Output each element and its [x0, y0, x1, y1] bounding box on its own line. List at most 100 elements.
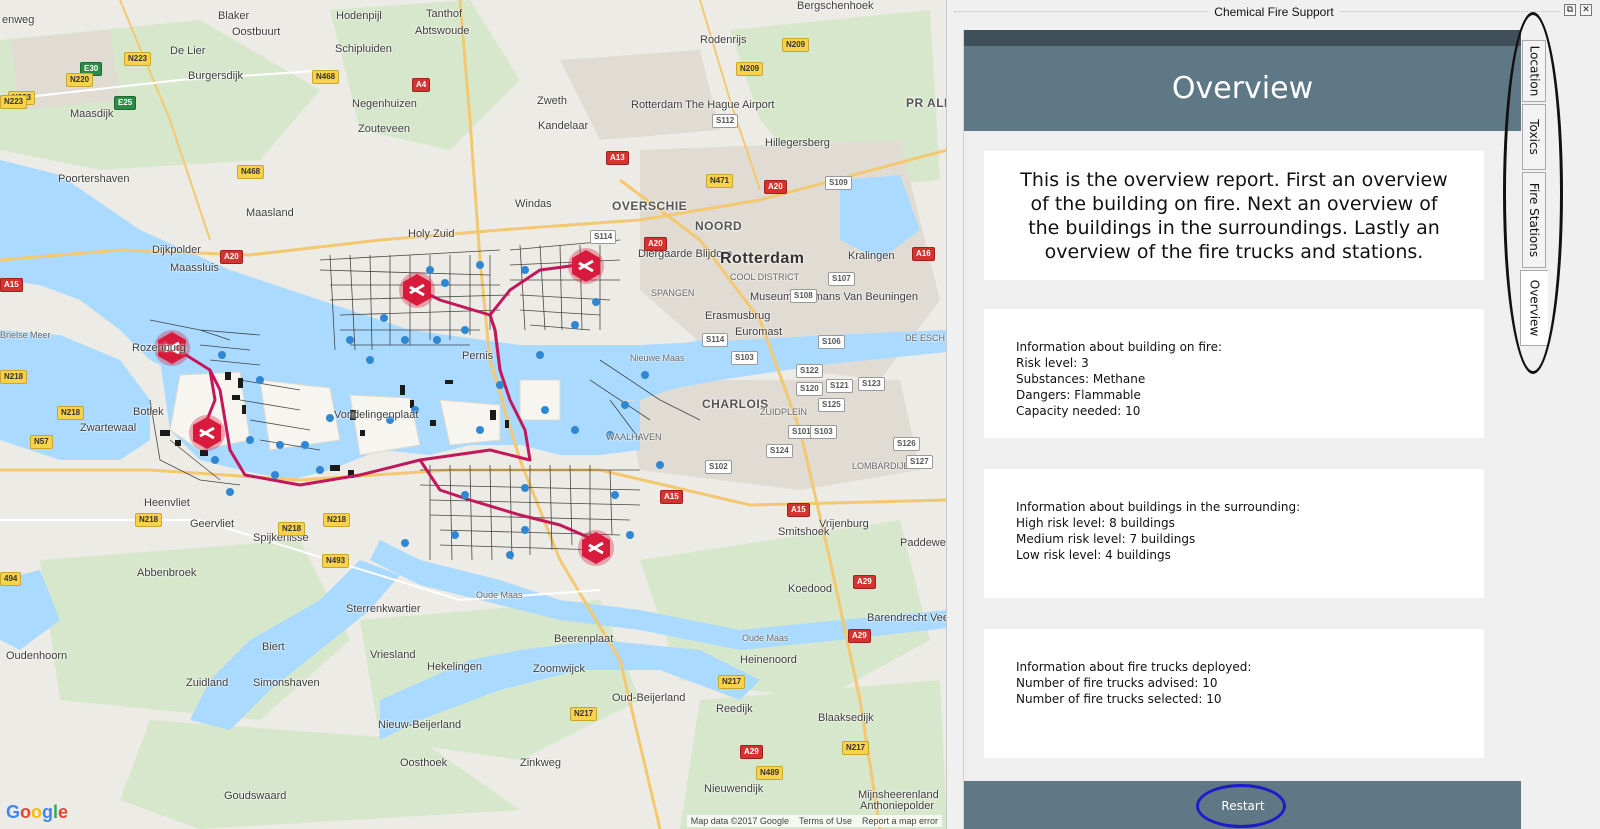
road-shield: N223	[124, 52, 152, 66]
trucks-advised: Number of fire trucks advised: 10	[1016, 676, 1218, 690]
overview-panel: Overview This is the overview report. Fi…	[963, 30, 1521, 829]
float-window-button[interactable]: ⧉	[1564, 4, 1576, 16]
tab-fire-stations[interactable]: Fire Stations	[1522, 172, 1546, 268]
road-shield: N489	[756, 766, 784, 780]
tab-location-label: Location	[1527, 45, 1542, 97]
map-place-label: Euromast	[735, 326, 783, 338]
road-shield: E25	[114, 96, 137, 110]
road-shield: S107	[828, 272, 855, 286]
road-shield: N217	[718, 675, 746, 689]
fire-station-marker-4	[568, 248, 604, 284]
map-place-label: Windas	[515, 198, 552, 210]
map-place-label: PR ALEX.	[906, 96, 946, 110]
map-place-label: Burgersdijk	[188, 70, 244, 82]
road-shield: S114	[590, 230, 617, 244]
road-shield: A20	[220, 250, 243, 264]
map-place-label: Zouteveen	[358, 123, 410, 135]
map-place-label: Kralingen	[848, 250, 895, 262]
road-shield: S114	[702, 333, 729, 347]
map-place-label: Paddewei	[900, 537, 947, 549]
map-place-label: Hekelingen	[427, 661, 483, 673]
road-shield: S123	[858, 377, 885, 391]
terms-link[interactable]: Terms of Use	[799, 816, 852, 826]
map-place-label: Oosthoek	[400, 757, 448, 769]
road-shield: N468	[312, 70, 340, 84]
map-place-label: Zwartewaal	[80, 422, 137, 434]
map-place-label: Maasdijk	[70, 108, 114, 120]
vertical-tab-bar: Location Toxics Fire Stations Overview	[1520, 30, 1550, 350]
map-place-label: Hillegersberg	[765, 137, 830, 149]
tab-overview[interactable]: Overview	[1520, 270, 1548, 346]
low-risk-count: Low risk level: 4 buildings	[1016, 548, 1171, 562]
road-shield: S122	[796, 364, 823, 378]
map-place-label: Tanthof	[426, 8, 463, 20]
panel-footer: Restart	[964, 781, 1521, 829]
intro-text: This is the overview report. First an ov…	[1020, 168, 1448, 263]
map-place-label: Brielse Meer	[0, 330, 51, 340]
road-shield: S125	[818, 398, 845, 412]
surround-card-title: Information about buildings in the surro…	[1016, 500, 1301, 514]
map-place-label: Schipluiden	[335, 43, 392, 55]
map-place-label: Abtswoude	[415, 25, 470, 37]
map-place-label: Botlek	[133, 406, 164, 418]
road-shield: S124	[766, 444, 793, 458]
map-attribution: Map data ©2017 Google Terms of Use Repor…	[686, 815, 942, 827]
map-place-label: Negenhuizen	[352, 98, 417, 110]
map-place-label: Anthoniepolder	[860, 800, 935, 812]
map-place-label: SPANGEN	[651, 288, 695, 298]
road-shield: N57	[30, 435, 53, 449]
panel-top-strip	[964, 30, 1521, 46]
road-shield: A16	[912, 247, 935, 261]
map-place-label: DE ESCH	[905, 333, 946, 343]
road-shield: A20	[644, 237, 667, 251]
road-shield: S108	[790, 289, 817, 303]
intro-card: This is the overview report. First an ov…	[984, 151, 1484, 280]
road-shield: S121	[826, 379, 853, 393]
fire-station-marker-5	[578, 530, 614, 566]
road-shield: S112	[712, 114, 739, 128]
map-place-label: CHARLOIS	[702, 397, 769, 411]
road-shield: S126	[893, 437, 920, 451]
map-place-label: Erasmusbrug	[705, 310, 771, 322]
map-place-label: Maassluis	[170, 262, 219, 274]
map-place-label: Bergschenhoek	[797, 0, 874, 12]
tab-overview-label: Overview	[1527, 279, 1542, 337]
building-on-fire-card: Information about building on fire: Risk…	[984, 309, 1484, 438]
map-place-label: Heenvliet	[144, 497, 190, 509]
road-shield: N218	[0, 370, 28, 384]
road-shield: A13	[606, 151, 629, 165]
map-place-label: NOORD	[695, 219, 743, 233]
road-shield: S120	[796, 382, 823, 396]
building-substances: Substances: Methane	[1016, 372, 1146, 386]
map-place-label: Vondelingenplaat	[334, 409, 419, 421]
map-place-label: Blaker	[218, 10, 250, 22]
building-card-title: Information about building on fire:	[1016, 340, 1223, 354]
restart-button[interactable]: Restart	[1203, 795, 1283, 817]
map-place-label: De Lier	[170, 45, 206, 57]
building-dangers: Dangers: Flammable	[1016, 388, 1141, 402]
road-shield: N218	[135, 513, 163, 527]
road-shield: N220	[66, 73, 94, 87]
map-place-label: Biert	[262, 641, 285, 653]
map-place-label: Nieuw-Beijerland	[378, 719, 462, 731]
tab-location[interactable]: Location	[1522, 40, 1546, 102]
map-place-label: Beerenplaat	[554, 633, 614, 645]
road-shield: A29	[853, 575, 876, 589]
road-shield: N217	[570, 707, 598, 721]
road-shield: N468	[237, 165, 265, 179]
trucks-card-title: Information about fire trucks deployed:	[1016, 660, 1252, 674]
close-window-button[interactable]: ✕	[1580, 4, 1592, 16]
building-capacity: Capacity needed: 10	[1016, 404, 1141, 418]
road-shield: A29	[848, 629, 871, 643]
map-view[interactable]: enweg Blaker Oostbuurt Hodenpijl Tanthof Abts…	[0, 0, 947, 829]
map-place-label: Blaaksedijk	[818, 712, 874, 724]
map-place-label: Zoomwijck	[533, 663, 585, 675]
road-shield: N223	[0, 95, 28, 109]
tab-toxics[interactable]: Toxics	[1522, 104, 1546, 170]
report-map-error-link[interactable]: Report a map error	[862, 816, 938, 826]
map-place-label: OVERSCHIE	[612, 199, 688, 213]
road-shield: N471	[706, 174, 734, 188]
dock-title-bar: Chemical Fire Support	[948, 0, 1600, 24]
road-shield: S102	[705, 460, 732, 474]
surrounding-buildings-card: Information about buildings in the surro…	[984, 469, 1484, 598]
